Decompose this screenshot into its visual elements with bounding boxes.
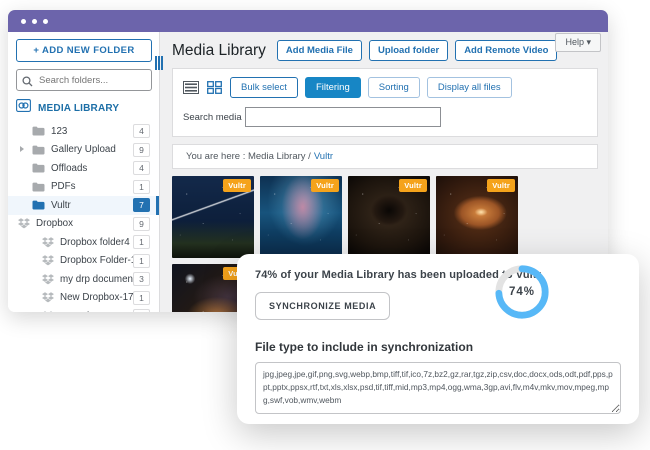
media-library-logo-icon (16, 99, 31, 117)
breadcrumb-path: You are here : Media Library / (186, 151, 311, 162)
help-button[interactable]: Help ▾ (555, 33, 601, 52)
sidebar-item-dropbox[interactable]: Dropbox 9 (8, 215, 159, 234)
sidebar-root-label: MEDIA LIBRARY (38, 103, 119, 114)
folder-count: 4 (133, 161, 150, 175)
list-view-icon[interactable] (183, 81, 199, 94)
media-item-milky-way[interactable]: Vultr (260, 176, 342, 258)
media-item-dark-vortex[interactable]: Vultr (348, 176, 430, 258)
media-item-night-sky[interactable]: Vultr (172, 176, 254, 258)
folder-label: Gallery Upload (51, 144, 133, 155)
vultr-badge: Vultr (487, 179, 515, 192)
folder-count: 7 (133, 198, 150, 212)
sync-status-message: 74% of your Media Library has been uploa… (255, 269, 621, 281)
dropbox-icon (42, 237, 54, 248)
folder-count: 3 (133, 272, 150, 286)
folder-count: 1 (133, 235, 150, 249)
expand-caret-icon[interactable] (20, 146, 24, 152)
display-all-files-button[interactable]: Display all files (427, 77, 512, 98)
vultr-badge: Vultr (311, 179, 339, 192)
folder-label: Dropbox folder4 (60, 237, 133, 248)
sidebar-item-new-dropbox-17[interactable]: New Dropbox-17... 1 (8, 289, 159, 308)
window-dot (21, 19, 26, 24)
dropbox-icon (42, 311, 54, 312)
vultr-badge: Vultr (223, 179, 251, 192)
folder-label: Offloads (51, 163, 133, 174)
folder-count: 1 (133, 254, 150, 268)
sidebar-item-dropbox-folder-1[interactable]: Dropbox Folder-1... 1 (8, 252, 159, 271)
window-dot (43, 19, 48, 24)
folder-label: new1 from DB (60, 311, 133, 312)
filtering-button[interactable]: Filtering (305, 77, 361, 98)
sync-progress-value: 74% (493, 263, 551, 321)
search-media-label: Search media (183, 112, 242, 123)
folder-icon (32, 126, 45, 136)
folder-count: 1 (133, 291, 150, 305)
dropbox-icon (42, 274, 54, 285)
media-item-orange-galaxy[interactable]: Vultr (436, 176, 518, 258)
folder-label: PDFs (51, 181, 133, 192)
folder-icon (32, 200, 45, 210)
bulk-select-button[interactable]: Bulk select (230, 77, 298, 98)
synchronize-media-button[interactable]: SYNCHRONIZE MEDIA (255, 292, 390, 320)
folder-count: 0 (133, 309, 150, 312)
add-media-file-button[interactable]: Add Media File (277, 40, 362, 61)
dropbox-icon (42, 255, 54, 266)
dropbox-icon (42, 292, 54, 303)
filetypes-title: File type to include in synchronization (255, 340, 621, 354)
folder-icon (32, 163, 45, 173)
breadcrumb-current[interactable]: Vultr (314, 151, 333, 162)
sidebar-item-123[interactable]: 123 4 (8, 122, 159, 141)
filetypes-textarea[interactable]: jpg,jpeg,jpe,gif,png,svg,webp,bmp,tiff,t… (255, 362, 621, 414)
sidebar-item-offloads[interactable]: Offloads 4 (8, 159, 159, 178)
folder-icon (32, 145, 45, 155)
search-icon (22, 74, 33, 92)
folder-label: 123 (51, 126, 133, 137)
sidebar-item-gallery-upload[interactable]: Gallery Upload 9 (8, 141, 159, 160)
grid-view-icon[interactable] (207, 81, 222, 94)
folder-count: 1 (133, 180, 150, 194)
folder-count: 9 (133, 217, 150, 231)
folder-count: 4 (133, 124, 150, 138)
search-media-input[interactable] (245, 107, 441, 127)
sidebar-item-my-drp-documents[interactable]: my drp documents 3 (8, 270, 159, 289)
folder-sidebar: + ADD NEW FOLDER MEDIA LIBRARY 123 4 (8, 32, 160, 312)
vultr-badge: Vultr (399, 179, 427, 192)
sidebar-resize-handle[interactable] (155, 56, 163, 70)
vultr-sync-card: 74% of your Media Library has been uploa… (237, 254, 639, 424)
window-titlebar (8, 10, 608, 32)
sync-progress-donut: 74% (493, 263, 551, 321)
folder-label: Dropbox Folder-1... (60, 255, 133, 266)
window-dot (32, 19, 37, 24)
add-new-folder-button[interactable]: + ADD NEW FOLDER (16, 39, 152, 62)
sidebar-item-pdfs[interactable]: PDFs 1 (8, 178, 159, 197)
breadcrumb: You are here : Media Library /Vultr (172, 144, 598, 169)
folder-icon (32, 182, 45, 192)
sorting-button[interactable]: Sorting (368, 77, 420, 98)
folder-label: Vultr (51, 200, 133, 211)
page-title: Media Library (172, 42, 266, 60)
folder-count: 9 (133, 143, 150, 157)
folder-search-input[interactable] (16, 69, 152, 91)
page-header: Media Library Add Media File Upload fold… (172, 40, 598, 61)
folder-search (16, 69, 151, 91)
media-toolbar: Bulk select Filtering Sorting Display al… (172, 68, 598, 137)
add-remote-video-button[interactable]: Add Remote Video (455, 40, 557, 61)
dropbox-icon (18, 218, 30, 229)
sidebar-item-new1-from-db[interactable]: new1 from DB 0 (8, 307, 159, 312)
folder-label: New Dropbox-17... (60, 292, 133, 303)
upload-folder-button[interactable]: Upload folder (369, 40, 448, 61)
sidebar-item-vultr[interactable]: Vultr 7 (8, 196, 159, 215)
folder-label: Dropbox (36, 218, 133, 229)
sidebar-item-media-library-root[interactable]: MEDIA LIBRARY (8, 91, 159, 122)
sidebar-item-dropbox-folder4[interactable]: Dropbox folder4 1 (8, 233, 159, 252)
folder-label: my drp documents (60, 274, 133, 285)
